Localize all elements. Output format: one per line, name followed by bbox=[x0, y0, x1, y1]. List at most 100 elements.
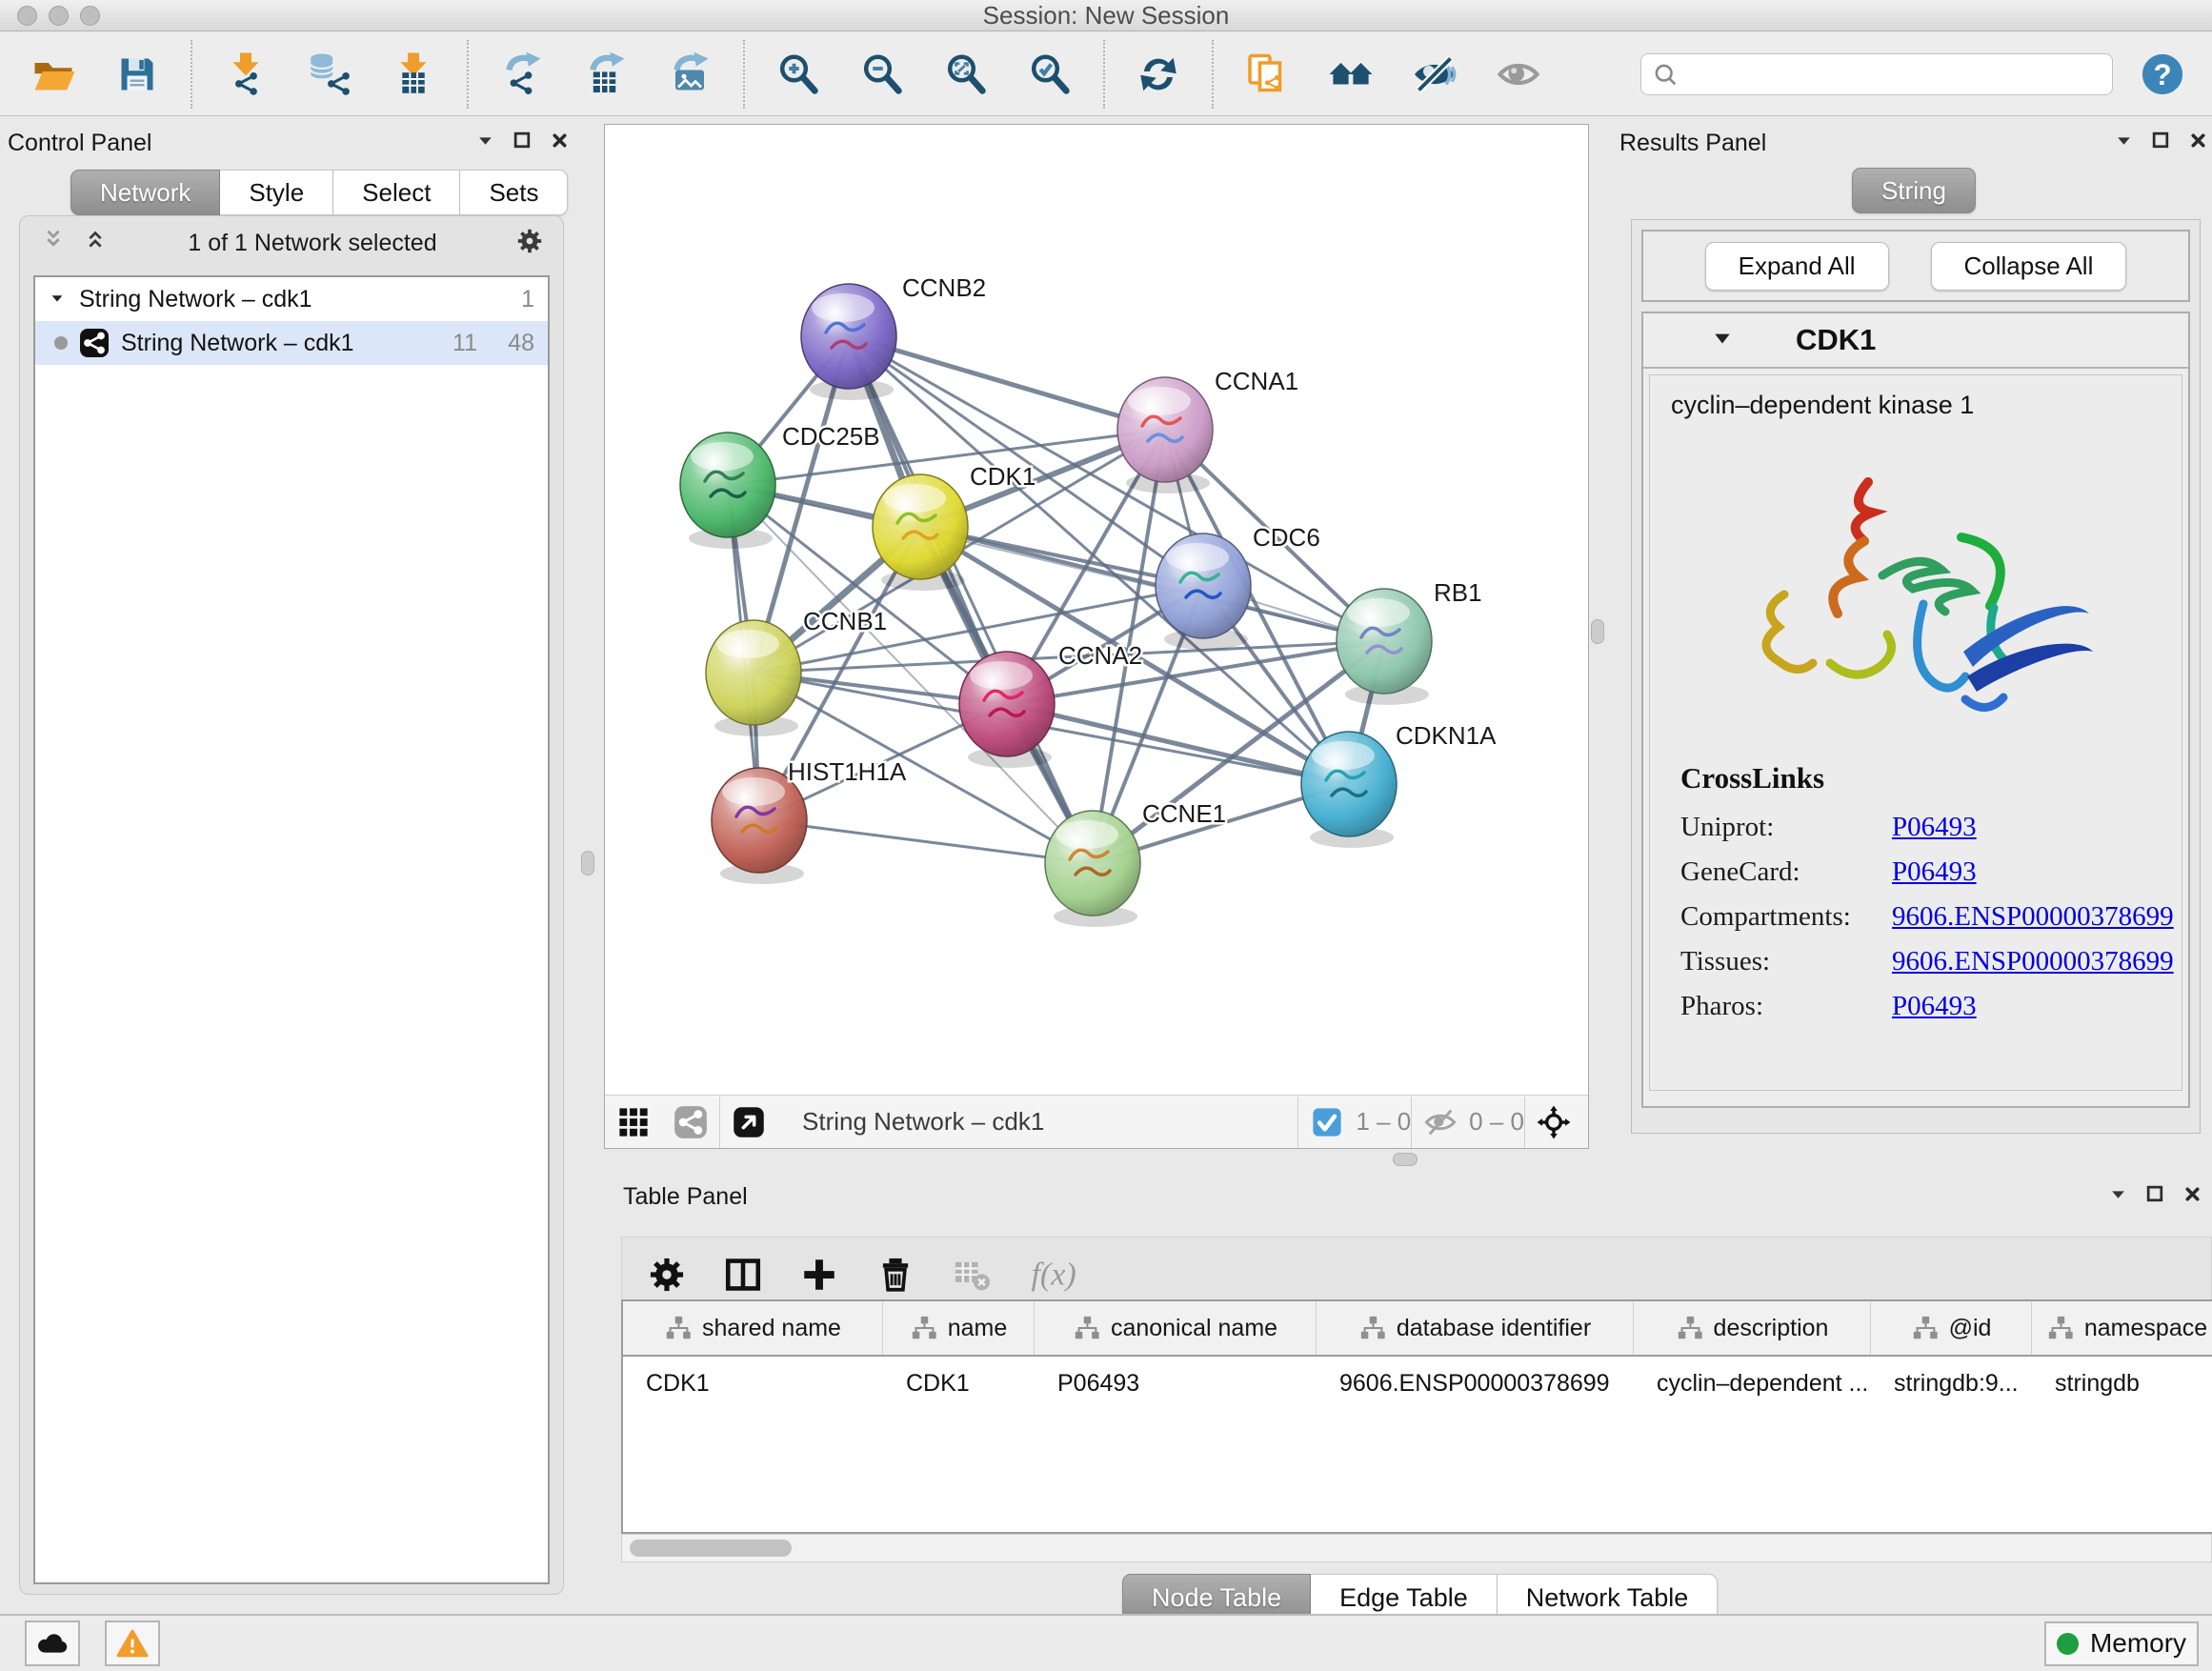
node-CCNB1[interactable]: CCNB1 bbox=[706, 607, 887, 736]
string-style-icon[interactable] bbox=[674, 1105, 708, 1139]
float-panel-icon[interactable] bbox=[2145, 1183, 2165, 1211]
column-header-database-identifier[interactable]: database identifier bbox=[1317, 1301, 1634, 1355]
collapse-panel-icon[interactable] bbox=[2108, 1183, 2128, 1211]
fit-content-crosshair-icon[interactable] bbox=[1537, 1105, 1571, 1139]
column-header-name[interactable]: name bbox=[883, 1301, 1035, 1355]
node-CDC25B[interactable]: CDC25B bbox=[680, 422, 880, 549]
node-CDK1[interactable]: CDK1 bbox=[873, 462, 1036, 591]
warning-icon[interactable] bbox=[105, 1621, 160, 1666]
zoom-selected-icon[interactable] bbox=[1025, 50, 1075, 99]
crosslink-link[interactable]: P06493 bbox=[1892, 984, 1977, 1029]
node-CCNA2[interactable]: CCNA2 bbox=[959, 641, 1142, 768]
column-header-shared-name[interactable]: shared name bbox=[623, 1301, 883, 1355]
home-view-icon[interactable] bbox=[1326, 50, 1376, 99]
tab-string[interactable]: String bbox=[1852, 168, 1976, 213]
collapse-panel-icon[interactable] bbox=[475, 130, 495, 157]
gear-icon[interactable] bbox=[515, 227, 544, 260]
table-cell: 9606.ENSP00000378699 bbox=[1317, 1357, 1634, 1410]
search-input[interactable] bbox=[1685, 60, 2101, 89]
memory-button[interactable]: Memory bbox=[2044, 1621, 2199, 1666]
tab-select[interactable]: Select bbox=[333, 170, 460, 215]
crosslink-row: Compartments:9606.ENSP00000378699 bbox=[1680, 895, 2182, 939]
edge-CCNB2-CCNA1[interactable] bbox=[849, 336, 1165, 430]
tree-expand-caret-icon[interactable] bbox=[49, 286, 68, 313]
collapse-all-networks-icon[interactable] bbox=[81, 227, 110, 260]
close-panel-icon[interactable] bbox=[550, 130, 570, 157]
collapse-entry-caret-icon[interactable] bbox=[1712, 328, 1733, 353]
node-CDKN1A[interactable]: CDKN1A bbox=[1301, 721, 1497, 848]
birds-eye-view-icon[interactable] bbox=[732, 1105, 766, 1139]
current-network-indicator bbox=[54, 336, 68, 350]
collapse-panel-icon[interactable] bbox=[2114, 130, 2134, 157]
table-row[interactable]: CDK1CDK1P064939606.ENSP00000378699cyclin… bbox=[623, 1357, 2212, 1410]
export-image-icon[interactable] bbox=[665, 50, 714, 99]
tab-network[interactable]: Network bbox=[70, 170, 220, 215]
collapse-all-button[interactable]: Collapse All bbox=[1931, 242, 2127, 291]
float-panel-icon[interactable] bbox=[513, 130, 533, 157]
column-header-namespace[interactable]: namespace bbox=[2032, 1301, 2212, 1355]
crosslink-link[interactable]: P06493 bbox=[1892, 850, 1977, 895]
node-CCNA1[interactable]: CCNA1 bbox=[1117, 367, 1298, 493]
refresh-network-icon[interactable] bbox=[1134, 50, 1183, 99]
import-network-database-icon[interactable] bbox=[305, 50, 354, 99]
node-label-HIST1H1A: HIST1H1A bbox=[788, 757, 907, 786]
network-view-toolbar: String Network – cdk1 1 – 0 0 – 0 bbox=[605, 1095, 1588, 1148]
save-session-icon[interactable] bbox=[112, 50, 162, 99]
tab-style[interactable]: Style bbox=[220, 170, 333, 215]
control-panel-header: Control Panel bbox=[8, 124, 570, 162]
expand-all-button[interactable]: Expand All bbox=[1705, 242, 1889, 291]
node-HIST1H1A[interactable]: HIST1H1A bbox=[712, 757, 907, 884]
bottom-splitter-handle[interactable] bbox=[1393, 1153, 1418, 1166]
node-CCNE1[interactable]: CCNE1 bbox=[1045, 799, 1226, 927]
network-collection-row[interactable]: String Network – cdk1 1 bbox=[35, 277, 548, 321]
table-settings-gear-icon[interactable] bbox=[647, 1255, 687, 1299]
add-column-icon[interactable] bbox=[799, 1255, 839, 1299]
node-CCNB2[interactable]: CCNB2 bbox=[801, 273, 986, 400]
close-panel-icon[interactable] bbox=[2188, 130, 2208, 157]
node-result-body: cyclin–dependent kinase 1 bbox=[1649, 374, 2182, 1091]
import-table-file-icon[interactable] bbox=[389, 50, 438, 99]
expand-all-networks-icon[interactable] bbox=[39, 227, 68, 260]
edge-HIST1H1A-CCNE1[interactable] bbox=[759, 820, 1093, 863]
hidden-eye-icon[interactable] bbox=[1423, 1105, 1458, 1139]
string-network-badge-icon bbox=[79, 328, 110, 358]
crosslink-link[interactable]: 9606.ENSP00000378699 bbox=[1892, 895, 2174, 939]
tab-sets[interactable]: Sets bbox=[460, 170, 568, 215]
scrollbar-thumb[interactable] bbox=[630, 1540, 792, 1557]
right-splitter-handle[interactable] bbox=[1591, 619, 1604, 644]
crosslink-row: Pharos:P06493 bbox=[1680, 984, 2182, 1029]
column-header--id[interactable]: @id bbox=[1871, 1301, 2032, 1355]
search-field[interactable] bbox=[1640, 53, 2113, 95]
cloud-icon[interactable] bbox=[25, 1621, 80, 1666]
crosslink-link[interactable]: P06493 bbox=[1892, 805, 1977, 850]
node-RB1[interactable]: RB1 bbox=[1337, 578, 1482, 705]
table-horizontal-scrollbar[interactable] bbox=[621, 1534, 2212, 1562]
zoom-fit-icon[interactable] bbox=[941, 50, 991, 99]
selected-checkbox-icon[interactable] bbox=[1310, 1105, 1344, 1139]
export-network-icon[interactable] bbox=[497, 50, 547, 99]
hide-selected-icon[interactable] bbox=[1410, 50, 1459, 99]
export-table-icon[interactable] bbox=[581, 50, 631, 99]
open-session-icon[interactable] bbox=[29, 50, 78, 99]
crosslink-link[interactable]: 9606.ENSP00000378699 bbox=[1892, 939, 2174, 984]
table-cell: cyclin–dependent ... bbox=[1634, 1357, 1871, 1410]
import-network-file-icon[interactable] bbox=[221, 50, 271, 99]
zoom-out-icon[interactable] bbox=[857, 50, 907, 99]
grid-view-icon[interactable] bbox=[616, 1105, 651, 1139]
zoom-in-icon[interactable] bbox=[774, 50, 823, 99]
left-splitter-handle[interactable] bbox=[581, 851, 594, 876]
float-panel-icon[interactable] bbox=[2151, 130, 2171, 157]
delete-table-icon bbox=[952, 1255, 992, 1299]
network-row-selected[interactable]: String Network – cdk1 11 48 bbox=[35, 321, 548, 365]
show-columns-icon[interactable] bbox=[723, 1255, 763, 1299]
close-panel-icon[interactable] bbox=[2182, 1183, 2202, 1211]
hidden-counts: 0 – 0 bbox=[1469, 1107, 1524, 1137]
column-header-description[interactable]: description bbox=[1634, 1301, 1871, 1355]
clone-network-icon[interactable] bbox=[1242, 50, 1292, 99]
column-header-canonical-name[interactable]: canonical name bbox=[1035, 1301, 1317, 1355]
node-result-header[interactable]: CDK1 bbox=[1643, 313, 2188, 369]
network-graph[interactable]: CCNB2CCNA1CDC25BCDK1CDC6RB1CCNB1CCNA2CDK… bbox=[605, 125, 1588, 1095]
delete-column-icon[interactable] bbox=[875, 1255, 915, 1299]
show-all-icon[interactable] bbox=[1494, 50, 1543, 99]
help-button[interactable]: ? bbox=[2138, 50, 2187, 99]
